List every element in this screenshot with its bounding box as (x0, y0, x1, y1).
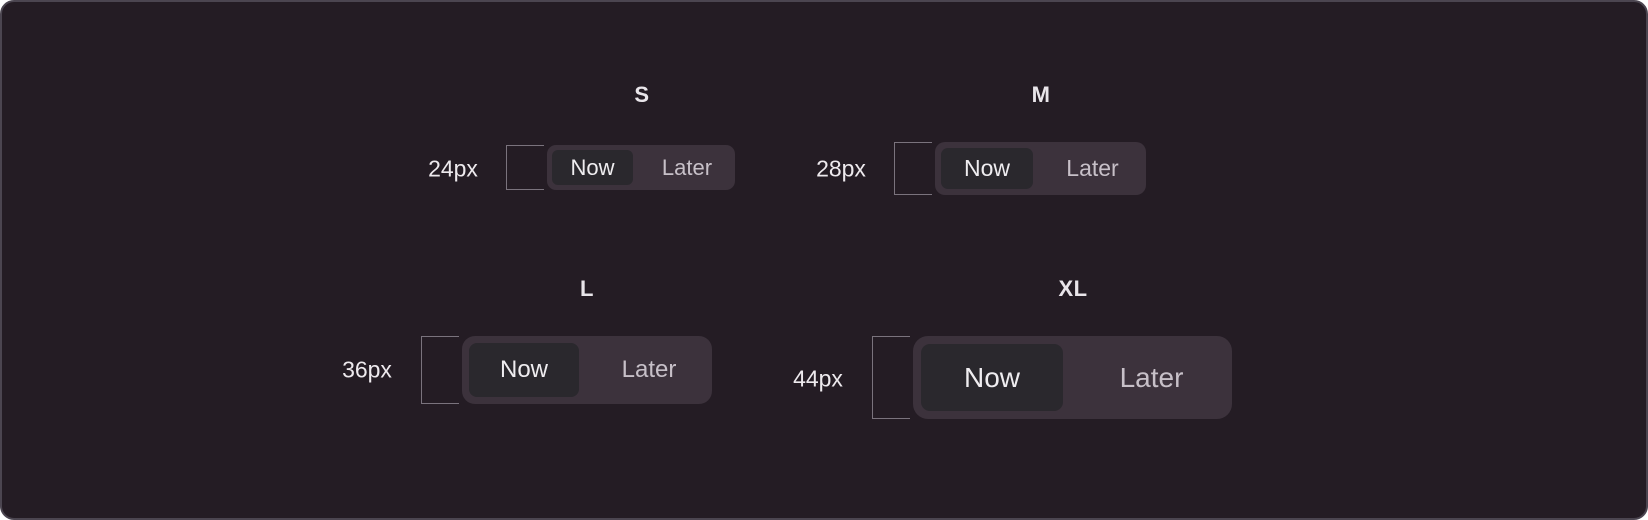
height-label-l: 36px (342, 356, 392, 383)
segment-now-l[interactable]: Now (469, 343, 579, 397)
segmented-control-s: Now Later (547, 145, 735, 190)
canvas-frame: S 24px Now Later M 28px Now Later L 36px… (0, 0, 1648, 520)
segment-later-s[interactable]: Later (639, 150, 735, 185)
height-label-m: 28px (816, 155, 866, 182)
size-title-s: S (634, 82, 650, 107)
segment-now-m[interactable]: Now (941, 148, 1033, 189)
segment-later-xl[interactable]: Later (1071, 344, 1232, 411)
size-title-m: M (1031, 82, 1051, 107)
segment-later-m[interactable]: Later (1039, 148, 1146, 189)
size-title-xl: XL (1058, 276, 1088, 301)
segmented-control-m: Now Later (935, 142, 1146, 195)
height-label-s: 24px (428, 155, 478, 182)
height-bracket-l (421, 336, 459, 404)
height-bracket-s (506, 145, 544, 190)
height-label-xl: 44px (793, 365, 843, 392)
segment-now-xl[interactable]: Now (921, 344, 1063, 411)
height-bracket-xl (872, 336, 910, 419)
segment-now-s[interactable]: Now (552, 150, 633, 185)
segmented-control-xl: Now Later (913, 336, 1232, 419)
height-bracket-m (894, 142, 932, 195)
segmented-control-l: Now Later (462, 336, 712, 404)
size-title-l: L (580, 276, 594, 301)
segment-later-l[interactable]: Later (586, 343, 712, 397)
